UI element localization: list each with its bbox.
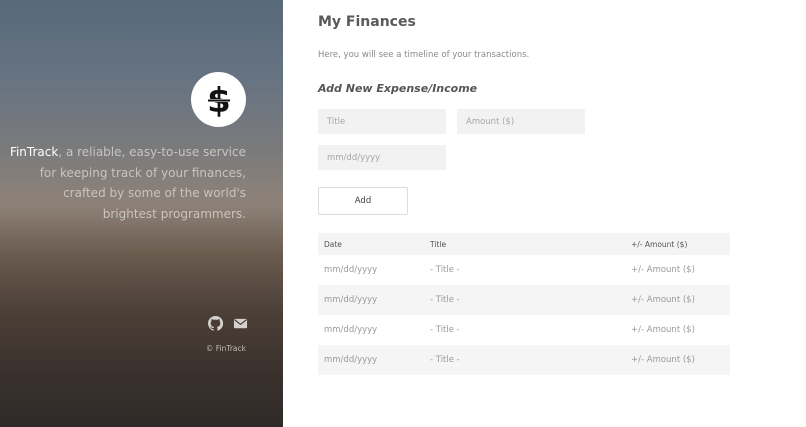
- table-row: mm/dd/yyyy - Title - +/- Amount ($): [318, 315, 730, 345]
- cell-amount: +/- Amount ($): [631, 295, 695, 305]
- title-input[interactable]: [318, 109, 446, 134]
- dollar-logo-icon: $: [191, 72, 246, 127]
- github-icon[interactable]: [207, 315, 224, 331]
- amount-input[interactable]: [457, 109, 585, 134]
- mail-icon[interactable]: [233, 316, 248, 331]
- table-header: Date Title +/- Amount ($): [318, 233, 730, 255]
- cell-date: mm/dd/yyyy: [324, 325, 378, 335]
- cell-amount: +/- Amount ($): [631, 355, 695, 365]
- header-date: Date: [324, 239, 342, 249]
- form-heading: Add New Expense/Income: [318, 82, 478, 95]
- brand-name: FinTrack: [9, 145, 59, 159]
- header-title: Title: [430, 239, 447, 249]
- transactions-table: Date Title +/- Amount ($) mm/dd/yyyy - T…: [318, 233, 730, 375]
- sidebar: $ FinTrack, a reliable, easy-to-use serv…: [0, 0, 283, 427]
- tagline: FinTrack, a reliable, easy-to-use servic…: [6, 142, 246, 224]
- table-row: mm/dd/yyyy - Title - +/- Amount ($): [318, 255, 730, 285]
- cell-title: - Title -: [430, 325, 460, 335]
- add-button[interactable]: Add: [318, 187, 408, 215]
- cell-date: mm/dd/yyyy: [324, 295, 378, 305]
- copyright: © FinTrack: [205, 344, 246, 353]
- page-title: My Finances: [318, 14, 416, 30]
- cell-title: - Title -: [430, 295, 460, 305]
- cell-date: mm/dd/yyyy: [324, 265, 378, 275]
- header-amount: +/- Amount ($): [631, 239, 688, 249]
- cell-date: mm/dd/yyyy: [324, 355, 378, 365]
- social-links: [207, 315, 248, 331]
- cell-amount: +/- Amount ($): [631, 265, 695, 275]
- table-row: mm/dd/yyyy - Title - +/- Amount ($): [318, 285, 730, 315]
- cell-title: - Title -: [430, 355, 460, 365]
- page-subtitle: Here, you will see a timeline of your tr…: [318, 50, 530, 60]
- cell-amount: +/- Amount ($): [631, 325, 695, 335]
- cell-title: - Title -: [430, 265, 460, 275]
- tagline-text: , a reliable, easy-to-use service for ke…: [39, 145, 246, 221]
- date-input[interactable]: [318, 145, 446, 170]
- table-row: mm/dd/yyyy - Title - +/- Amount ($): [318, 345, 730, 375]
